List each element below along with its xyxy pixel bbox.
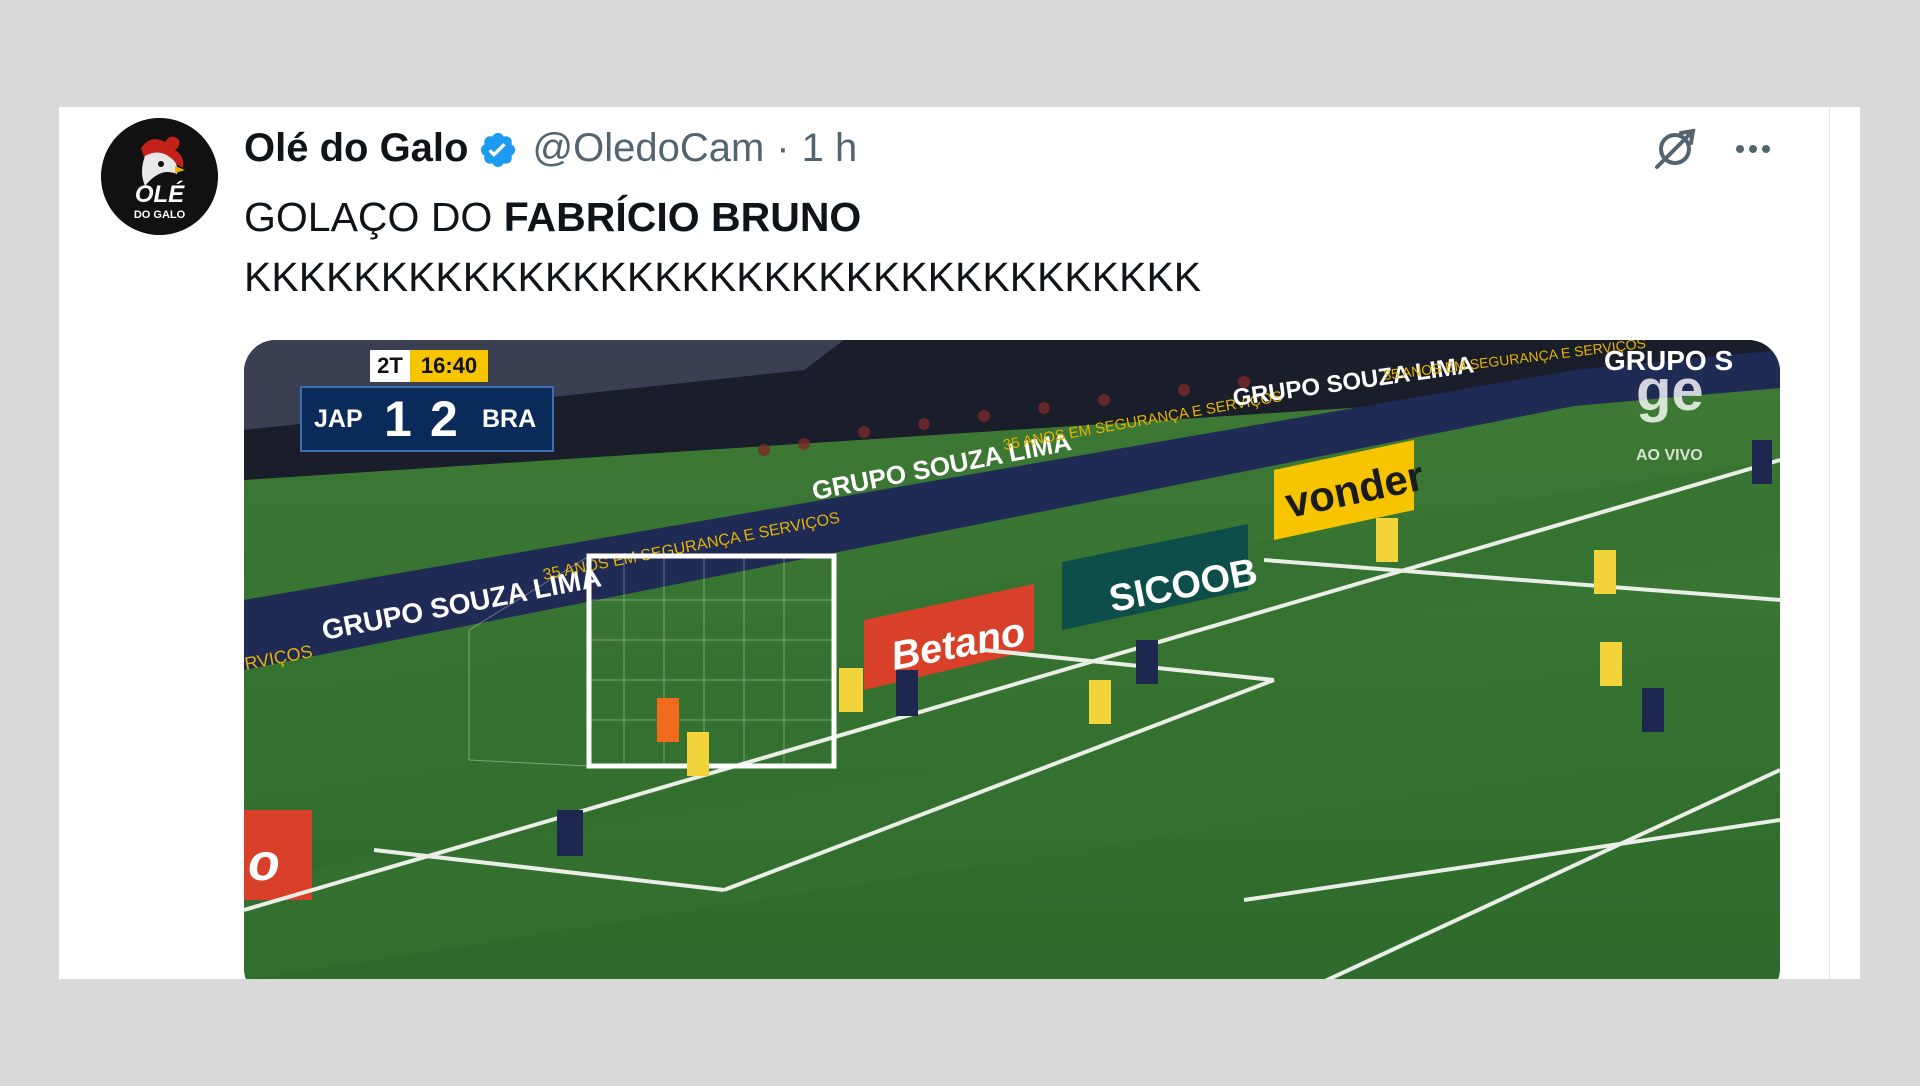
handle[interactable]: @OledoCam bbox=[532, 126, 764, 171]
tweet-text-line1: GOLAÇO DO FABRÍCIO BRUNO bbox=[244, 187, 1201, 247]
score-away: 2 bbox=[430, 391, 458, 447]
team-home: JAP bbox=[314, 405, 363, 433]
grok-icon[interactable] bbox=[1647, 121, 1703, 177]
match-period: 2T bbox=[370, 350, 410, 382]
tweet-text: GOLAÇO DO FABRÍCIO BRUNO KKKKKKKKKKKKKKK… bbox=[244, 187, 1201, 307]
tweet-text-bold: FABRÍCIO BRUNO bbox=[503, 194, 862, 240]
display-name[interactable]: Olé do Galo bbox=[244, 126, 468, 171]
tweet-text-line2: KKKKKKKKKKKKKKKKKKKKKKKKKKKKKKKKKKK bbox=[244, 254, 1202, 300]
score-home: 1 bbox=[384, 391, 412, 447]
match-clock: 16:40 bbox=[410, 350, 488, 382]
broadcaster-logo: ge bbox=[1636, 358, 1704, 423]
tweet-header: Olé do Galo @OledoCam · 1 h bbox=[244, 123, 857, 173]
avatar-text-dogalo: DO GALO bbox=[134, 209, 186, 221]
media-video[interactable]: GRUPO SOUZA LIMA 35 ANOS EM SEGURANÇA E … bbox=[244, 340, 1780, 979]
team-away: BRA bbox=[482, 405, 537, 433]
tweet-card[interactable]: OLÉ DO GALO Olé do Galo @OledoCam · 1 h bbox=[59, 107, 1860, 979]
divider bbox=[1829, 107, 1830, 979]
avatar[interactable]: OLÉ DO GALO bbox=[101, 118, 218, 235]
avatar-text-ole: OLÉ bbox=[135, 180, 185, 208]
ad-fragment: o bbox=[248, 834, 280, 892]
timestamp[interactable]: 1 h bbox=[802, 126, 858, 171]
more-options-icon[interactable] bbox=[1725, 121, 1781, 177]
score-bar: JAP 1 2 BRA bbox=[300, 386, 554, 452]
verified-badge-icon[interactable] bbox=[478, 130, 518, 170]
separator: · bbox=[776, 125, 790, 170]
tweet-text-plain: GOLAÇO DO bbox=[244, 194, 504, 240]
broadcaster-tag: AO VIVO bbox=[1636, 447, 1703, 464]
